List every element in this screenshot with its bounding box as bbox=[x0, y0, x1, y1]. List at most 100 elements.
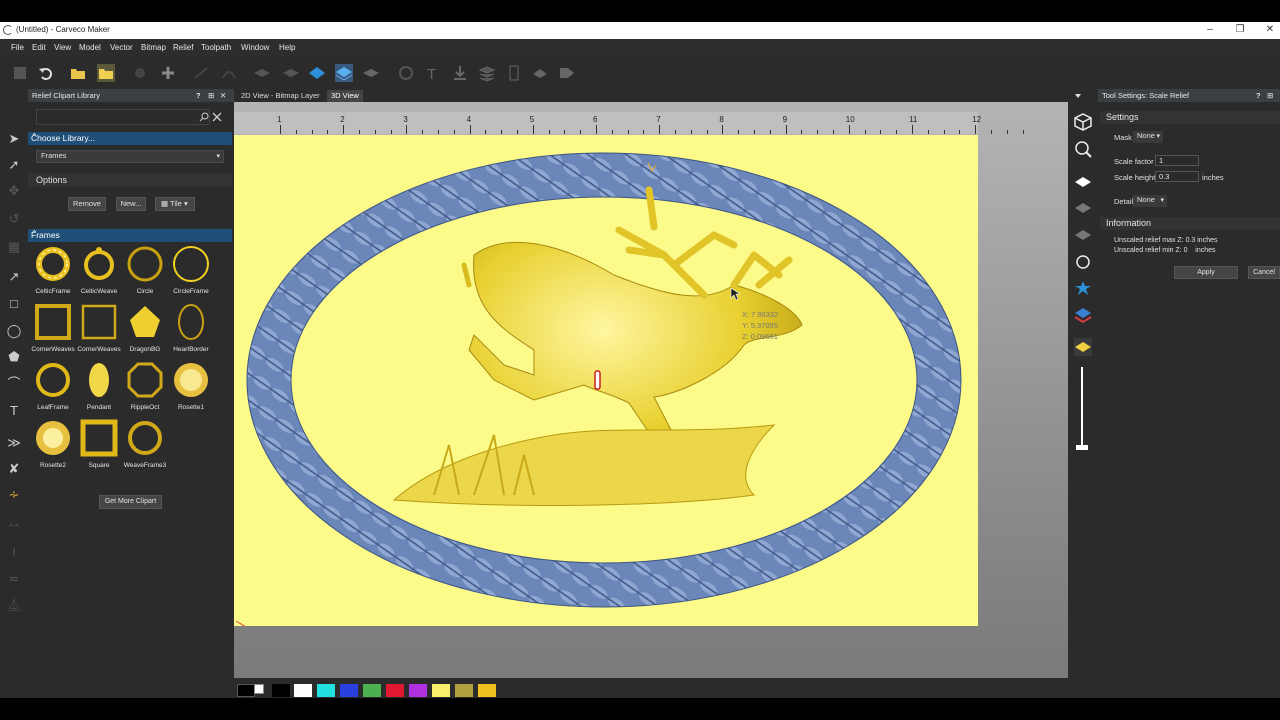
clipart-celticweave[interactable]: CelticWeave bbox=[76, 245, 122, 303]
scale-factor-input[interactable]: 1 bbox=[1155, 155, 1199, 166]
swatch-color[interactable] bbox=[294, 684, 312, 697]
measure-icon[interactable] bbox=[397, 64, 415, 82]
swatch-color[interactable] bbox=[386, 684, 404, 697]
pin-icon[interactable]: ⊞ bbox=[208, 91, 214, 100]
height-slider-handle[interactable] bbox=[1076, 445, 1088, 450]
arc-icon[interactable]: ⌒ bbox=[6, 376, 22, 392]
open-model-icon[interactable] bbox=[97, 64, 115, 82]
ellipse-icon[interactable]: ◯ bbox=[6, 323, 22, 339]
relief-layer-white-icon[interactable] bbox=[1074, 173, 1092, 191]
swatch-color[interactable] bbox=[317, 684, 335, 697]
search-input[interactable] bbox=[36, 109, 210, 125]
menu-view[interactable]: View bbox=[54, 43, 71, 52]
clipart-weaveframe3[interactable]: WeaveFrame3 bbox=[122, 419, 168, 477]
choose-library-header[interactable]: Choose Library... ⌃ bbox=[28, 132, 232, 145]
sheet-icon[interactable] bbox=[505, 64, 523, 82]
text-tool-icon[interactable]: T bbox=[6, 403, 22, 419]
polygon-icon[interactable]: ⬟ bbox=[6, 349, 22, 365]
clipart-circleframe[interactable]: CircleFrame bbox=[168, 245, 214, 303]
star-relief-icon[interactable] bbox=[1074, 279, 1092, 297]
transform-icon[interactable]: ✥ bbox=[6, 183, 22, 199]
frames-header[interactable]: Frames ⌃ bbox=[28, 229, 232, 242]
add-icon[interactable] bbox=[159, 64, 177, 82]
cancel-button[interactable]: Cancel bbox=[1248, 266, 1280, 279]
zoom-icon[interactable] bbox=[1074, 140, 1092, 158]
minimize-button[interactable]: – bbox=[1200, 23, 1220, 37]
relief-gold-icon[interactable] bbox=[1074, 338, 1092, 356]
relief-stack-icon[interactable] bbox=[1074, 306, 1092, 324]
grid-icon[interactable]: ▦ bbox=[6, 239, 22, 255]
node-edit-icon[interactable]: ➚ bbox=[6, 157, 22, 173]
clipart-circle[interactable]: Circle bbox=[122, 245, 168, 303]
pin-icon[interactable]: ⊞ bbox=[1267, 91, 1273, 100]
clipart-heartborder[interactable]: HeartBorder bbox=[168, 303, 214, 361]
panel-menu-chevron-icon[interactable] bbox=[1074, 92, 1082, 100]
rectangle-icon[interactable]: □ bbox=[6, 296, 22, 312]
polyline-icon[interactable]: ↗ bbox=[6, 269, 22, 285]
swatch-color[interactable] bbox=[478, 684, 496, 697]
height-slider-track[interactable] bbox=[1081, 367, 1083, 447]
vector-tool-icon[interactable] bbox=[192, 64, 210, 82]
maximize-button[interactable]: ❐ bbox=[1230, 23, 1250, 37]
layer-icon-1[interactable] bbox=[253, 64, 271, 82]
mask-select[interactable]: None ▾ bbox=[1133, 131, 1163, 143]
select-arrow-icon[interactable]: ➤ bbox=[6, 131, 22, 147]
relief-blue-icon[interactable] bbox=[308, 64, 326, 82]
3d-viewport[interactable]: 1 2 3 4 5 6 7 8 9 10 11 12 X: 7.96332 Y:… bbox=[234, 102, 1068, 678]
join-icon[interactable]: ⥎ bbox=[6, 517, 22, 533]
clipart-rippleoct[interactable]: RippleOct bbox=[122, 361, 168, 419]
close-button[interactable]: ✕ bbox=[1260, 23, 1280, 37]
menu-window[interactable]: Window bbox=[241, 43, 269, 52]
swatch-color[interactable] bbox=[432, 684, 450, 697]
search-icon[interactable] bbox=[199, 112, 209, 122]
open-folder-icon[interactable] bbox=[69, 64, 87, 82]
help-icon[interactable]: ? bbox=[196, 91, 201, 100]
menu-bitmap[interactable]: Bitmap bbox=[141, 43, 166, 52]
new-button[interactable]: New... bbox=[116, 197, 146, 211]
clipart-dragonbg[interactable]: DragonBG bbox=[122, 303, 168, 361]
clipart-celticframe[interactable]: CelticFrame bbox=[30, 245, 76, 303]
machine-icon[interactable] bbox=[558, 64, 576, 82]
curve-edit-icon[interactable]: ∻ bbox=[6, 487, 22, 503]
scale-height-input[interactable]: 0.3 bbox=[1155, 171, 1199, 182]
curve-tool-icon[interactable] bbox=[220, 64, 238, 82]
clear-search-icon[interactable] bbox=[212, 112, 222, 122]
layer-stack-icon[interactable] bbox=[1074, 225, 1092, 243]
corner-icon[interactable]: ⏅ bbox=[6, 597, 22, 613]
3d-view-icon[interactable] bbox=[1074, 113, 1092, 131]
swatch-color[interactable] bbox=[409, 684, 427, 697]
get-more-clipart-button[interactable]: Get More Clipart bbox=[99, 495, 162, 509]
swatch-color[interactable] bbox=[363, 684, 381, 697]
menu-toolpath[interactable]: Toolpath bbox=[201, 43, 231, 52]
tab-2d-view[interactable]: 2D View - Bitmap Layer bbox=[237, 90, 324, 102]
menu-help[interactable]: Help bbox=[279, 43, 295, 52]
tab-3d-view[interactable]: 3D View bbox=[327, 90, 363, 102]
remove-button[interactable]: Remove bbox=[68, 197, 106, 211]
trim-icon[interactable]: ✘ bbox=[6, 461, 22, 477]
view-mode-select[interactable]: ▦ Tile ▾ bbox=[155, 197, 195, 211]
toolpath-icon[interactable] bbox=[531, 64, 549, 82]
save-icon[interactable] bbox=[11, 64, 29, 82]
shapes-icon[interactable] bbox=[1074, 253, 1092, 271]
menu-relief[interactable]: Relief bbox=[173, 43, 193, 52]
menu-model[interactable]: Model bbox=[79, 43, 101, 52]
swatch-black-2[interactable] bbox=[272, 684, 290, 697]
clipart-leafframe[interactable]: LeafFrame bbox=[30, 361, 76, 419]
layer-icon-2[interactable] bbox=[282, 64, 300, 82]
relief-layer-grey-icon[interactable] bbox=[1074, 199, 1092, 217]
swatch-swap[interactable] bbox=[254, 684, 264, 694]
menu-edit[interactable]: Edit bbox=[32, 43, 46, 52]
apply-button[interactable]: Apply bbox=[1174, 266, 1238, 279]
clipart-square[interactable]: Square bbox=[76, 419, 122, 477]
rotate-icon[interactable]: ↺ bbox=[6, 211, 22, 227]
bezier-icon[interactable]: ≫ bbox=[6, 435, 22, 451]
clipart-rosette2[interactable]: Rosette2 bbox=[30, 419, 76, 477]
menu-file[interactable]: File bbox=[11, 43, 24, 52]
clipart-pendant[interactable]: Pendant bbox=[76, 361, 122, 419]
clipart-rosette1[interactable]: Rosette1 bbox=[168, 361, 214, 419]
menu-vector[interactable]: Vector bbox=[110, 43, 133, 52]
layer-icon-3[interactable] bbox=[362, 64, 380, 82]
swatch-black[interactable] bbox=[237, 684, 255, 697]
import-icon[interactable] bbox=[131, 64, 149, 82]
help-icon[interactable]: ? bbox=[1256, 91, 1261, 100]
